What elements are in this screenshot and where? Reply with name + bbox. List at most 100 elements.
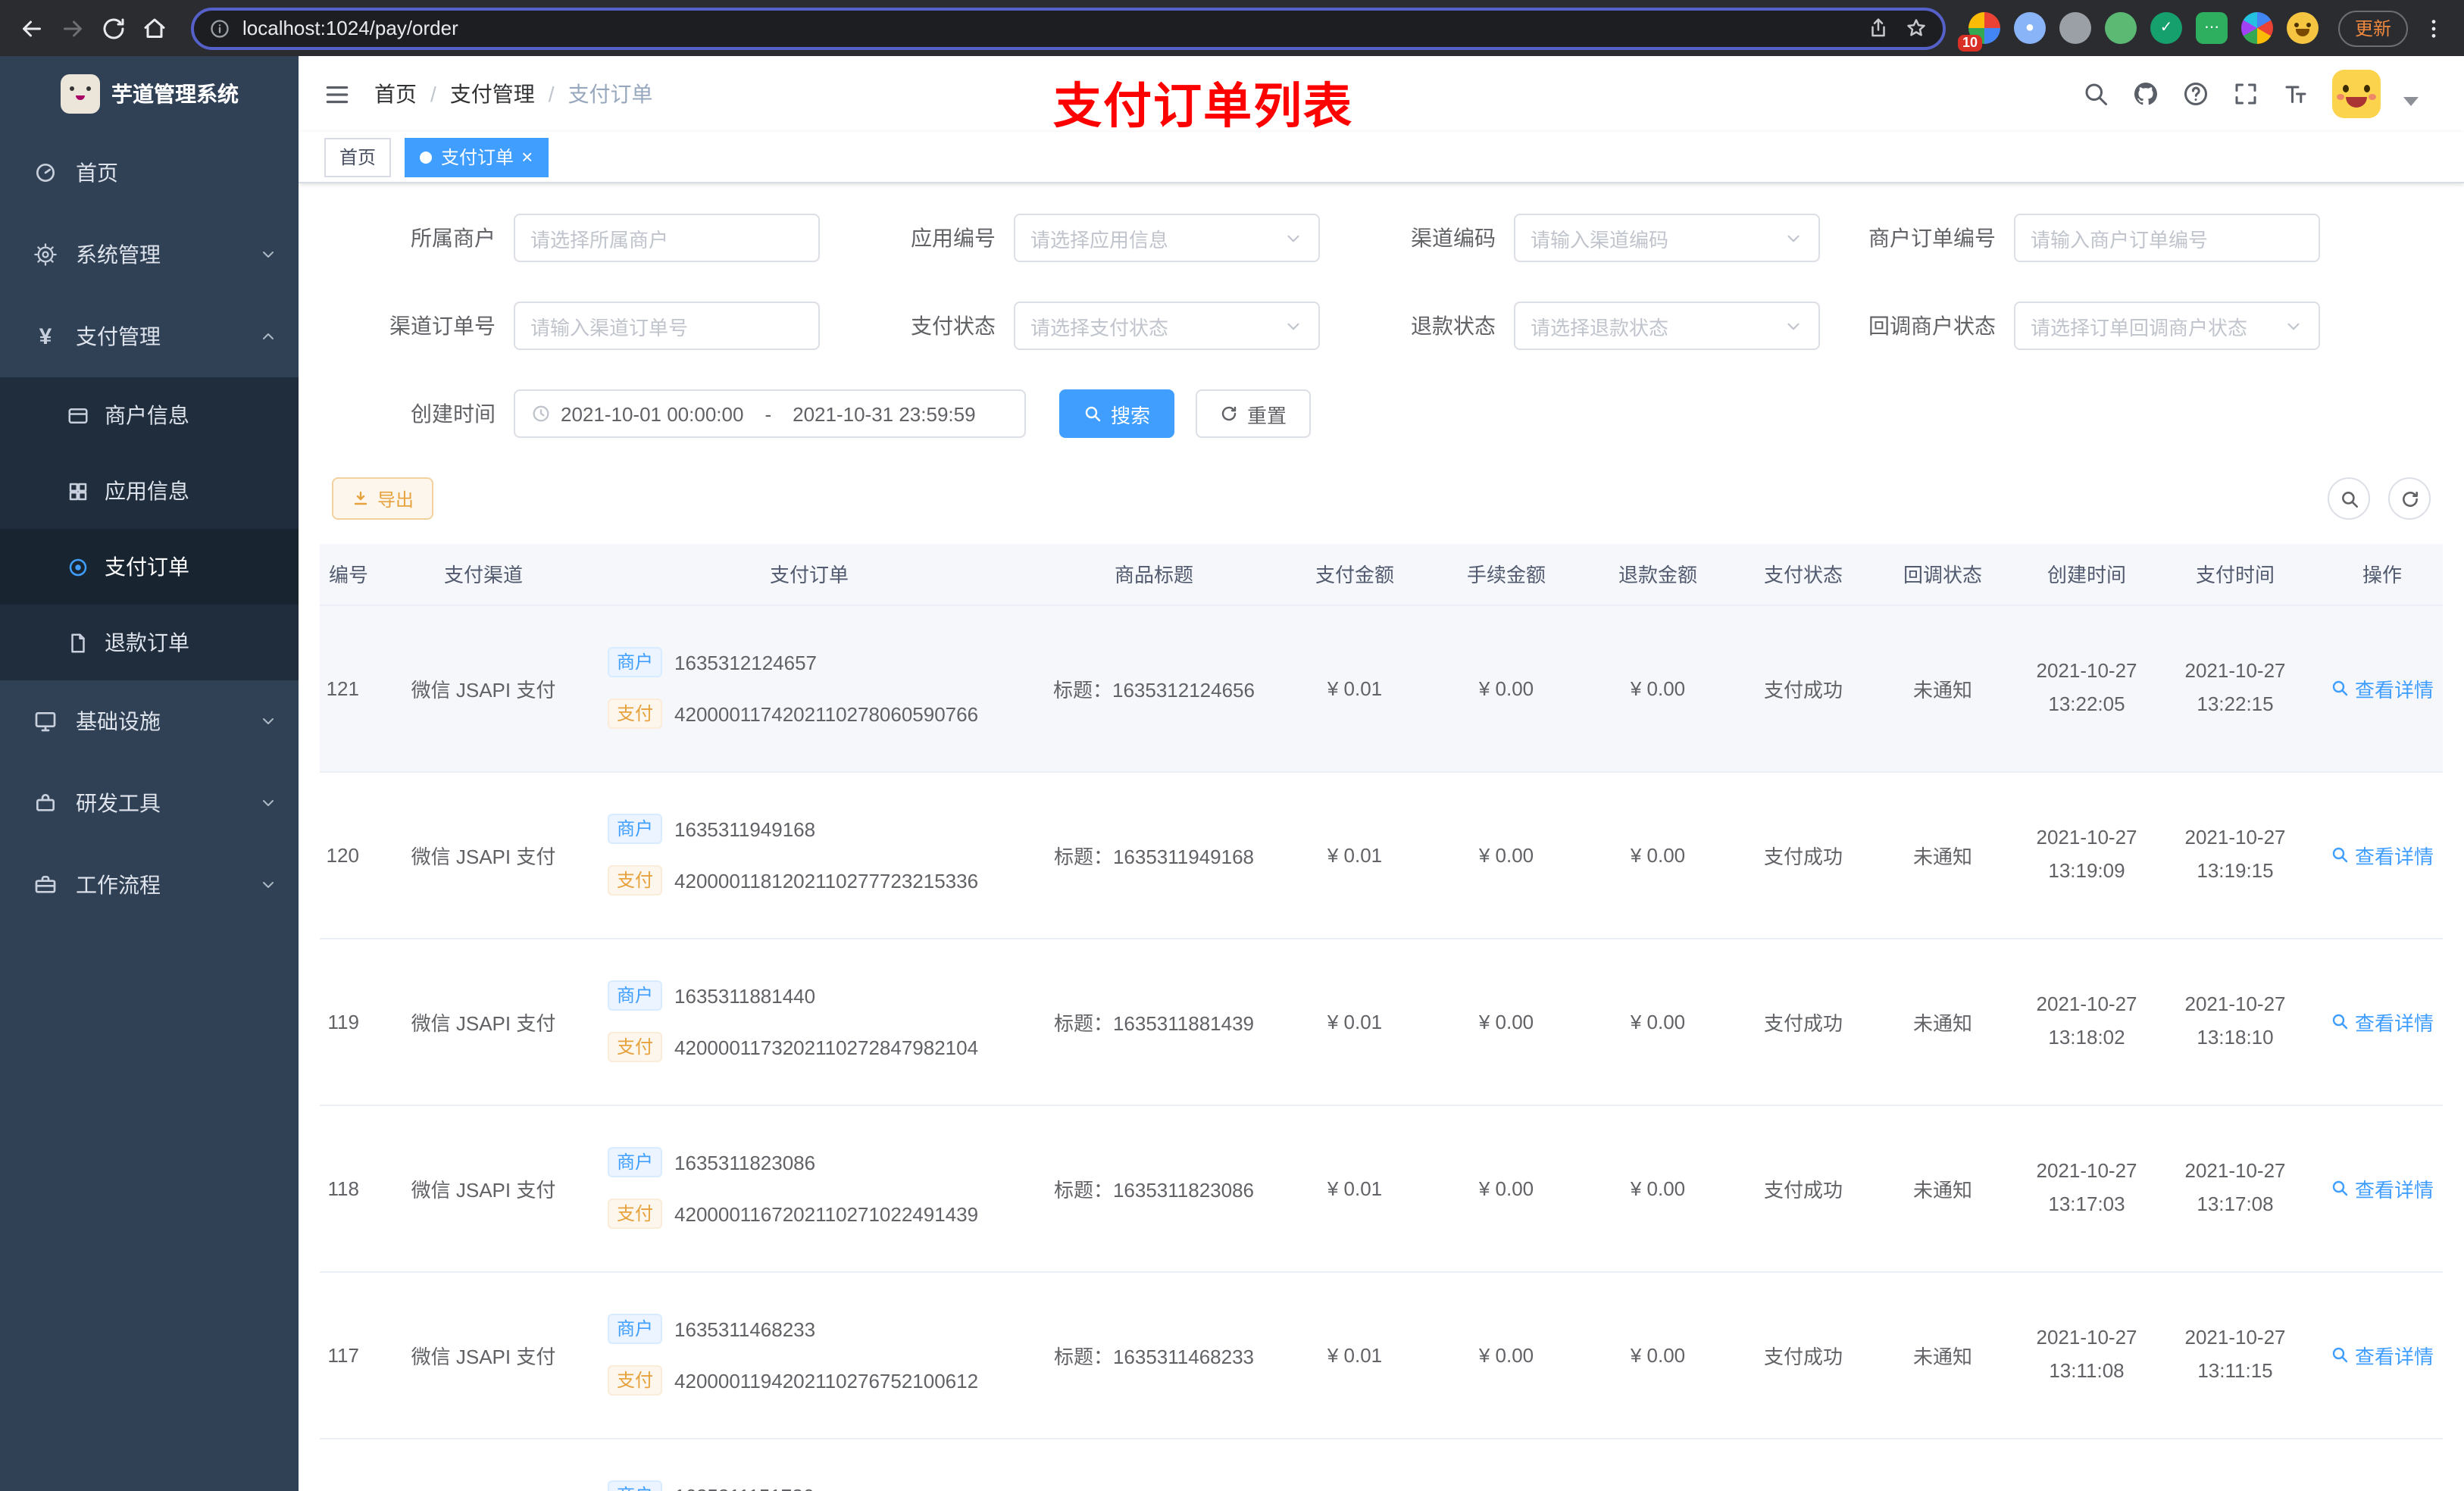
goods-title-cell: 标题：1635311949168 [1029, 771, 1279, 939]
view-detail-link[interactable]: 查看详情 [2331, 674, 2434, 702]
refund-amount-cell: ¥ 0.00 [1582, 605, 1734, 772]
chat-extension-icon[interactable]: ⋯ [2195, 12, 2228, 44]
pay-status-cell: 支付成功 [1734, 771, 1873, 939]
breadcrumb-home[interactable]: 首页 [374, 79, 417, 109]
breadcrumb-pay-manage[interactable]: 支付管理 [450, 79, 535, 109]
tags-view: 首页 支付订单 × [299, 132, 2464, 183]
placeholder-text: 请选择支付状态 [1030, 316, 1169, 339]
github-icon[interactable] [2132, 80, 2159, 108]
chevron-down-icon [1284, 228, 1303, 248]
column-header: 创建时间 [2012, 544, 2161, 605]
notify-status-cell: 未通知 [1873, 1271, 2012, 1439]
sidebar-item-system[interactable]: 系统管理 [0, 214, 299, 295]
help-icon[interactable] [2182, 80, 2209, 108]
pay-status-cell: 支付成功 [1734, 1105, 1873, 1272]
action-cell: 查看详情 [2309, 1438, 2443, 1491]
filter-label: 创建时间 [411, 402, 496, 426]
sidebar-item-infrastructure[interactable]: 基础设施 [0, 680, 299, 762]
back-icon[interactable] [18, 14, 45, 42]
close-icon[interactable]: × [521, 147, 533, 167]
sidebar-item-merchant-info[interactable]: 商户信息 [0, 377, 299, 453]
url-bar[interactable]: localhost:1024/pay/order [191, 7, 1946, 49]
sidebar-item-payment[interactable]: ¥ 支付管理 [0, 295, 299, 377]
url-text[interactable]: localhost:1024/pay/order [242, 17, 1855, 39]
tab-pay-order[interactable]: 支付订单 × [405, 137, 549, 177]
reload-icon[interactable] [100, 14, 127, 42]
view-detail-link[interactable]: 查看详情 [2331, 1007, 2434, 1036]
breadcrumb-separator: / [430, 82, 436, 106]
view-detail-link[interactable]: 查看详情 [2331, 840, 2434, 869]
notify-status-select[interactable]: 请选择订单回调商户状态 [2014, 302, 2320, 350]
orders-table: 编号 支付渠道 支付订单 商品标题 支付金额 手续金额 退款金额 支付状态 回调状态 创建时间 支付… [320, 544, 2443, 1491]
date-start[interactable]: 2021-10-01 00:00:00 [561, 402, 743, 425]
gray-extension-icon[interactable] [2059, 12, 2091, 44]
menu-dots-icon[interactable] [2422, 16, 2446, 40]
colorful-extension-icon[interactable]: 10 [1957, 12, 2000, 52]
goods-title-cell: 标题：1635311823086 [1029, 1105, 1279, 1272]
channel-order-no-input[interactable]: 请输入渠道订单号 [514, 302, 820, 350]
sidebar-item-pay-order[interactable]: 支付订单 [0, 529, 299, 605]
date-range-input[interactable]: 2021-10-01 00:00:00 - 2021-10-31 23:59:5… [514, 389, 1026, 438]
chevron-down-icon [259, 794, 277, 812]
refresh-button[interactable] [2388, 477, 2431, 520]
column-header: 回调状态 [1873, 544, 2012, 605]
blue-extension-icon[interactable]: ● [2013, 12, 2046, 44]
channel-code-select[interactable]: 请输入渠道编码 [1514, 214, 1820, 262]
pay-channel-cell: 微信 JSAPI 支付 [377, 1271, 589, 1439]
font-size-icon[interactable] [2282, 80, 2309, 108]
magnifier-icon [2331, 1012, 2349, 1030]
sidebar-item-app-info[interactable]: 应用信息 [0, 453, 299, 529]
search-icon[interactable] [2082, 80, 2109, 108]
merchant-input[interactable]: 请选择所属商户 [514, 214, 820, 262]
home-icon[interactable] [141, 14, 168, 42]
toggle-search-button[interactable] [2328, 477, 2370, 520]
app-logo[interactable]: 芋道管理系统 [0, 56, 299, 132]
export-button[interactable]: 导出 [332, 477, 434, 520]
green-extension-icon[interactable] [2104, 12, 2137, 44]
check-extension-icon[interactable]: ✓ [2150, 12, 2182, 44]
view-detail-link[interactable]: 查看详情 [2331, 1340, 2434, 1369]
caret-down-icon[interactable] [2403, 97, 2419, 106]
extension-badge: 10 [1957, 35, 1982, 52]
merchant-order-no-input[interactable]: 请输入商户订单编号 [2014, 214, 2320, 262]
refund-status-select[interactable]: 请选择退款状态 [1514, 302, 1820, 350]
sidebar-item-home[interactable]: 首页 [0, 132, 299, 214]
sidebar-item-workflow[interactable]: 工作流程 [0, 844, 299, 926]
pay-status-cell: 支付成功 [1734, 938, 1873, 1105]
pay-status-cell: 支付成功 [1734, 1271, 1873, 1439]
logo-avatar [60, 74, 99, 114]
update-button[interactable]: 更新 [2337, 10, 2408, 46]
sidebar-item-dev-tools[interactable]: 研发工具 [0, 762, 299, 844]
user-avatar[interactable] [2332, 70, 2381, 118]
goods-title-cell: 标题：1635312124656 [1029, 605, 1279, 772]
date-end[interactable]: 2021-10-31 23:59:59 [793, 402, 975, 425]
pay-order-cell: 商户 1635311949168 支付 42000011812021102777… [589, 771, 1029, 939]
pay-amount-cell [1279, 1438, 1431, 1491]
merchant-order-no: 1635312124657 [674, 651, 818, 674]
view-detail-link[interactable]: 查看详情 [2331, 1174, 2434, 1202]
reset-button[interactable]: 重置 [1196, 389, 1312, 438]
create-time-cell [2012, 1438, 2161, 1491]
channel-pay-no: 4200001173202110272847982104 [674, 1036, 979, 1058]
target-icon [67, 555, 89, 578]
sidebar-item-refund-order[interactable]: 退款订单 [0, 605, 299, 680]
search-button[interactable]: 搜索 [1059, 389, 1175, 438]
fee-amount-cell: ¥ 0.00 [1431, 1105, 1582, 1272]
hamburger-icon[interactable] [323, 80, 352, 108]
filter-refund-status: 退款状态 请选择退款状态 [1320, 302, 1820, 350]
navbar: 首页 / 支付管理 / 支付订单 支付订单列表 [299, 56, 2464, 133]
emoji-extension-icon[interactable] [2286, 12, 2319, 44]
info-icon[interactable] [209, 17, 230, 39]
filter-channel-code: 渠道编码 请输入渠道编码 [1320, 214, 1820, 262]
app-no-select[interactable]: 请选择应用信息 [1014, 214, 1320, 262]
pay-status-select[interactable]: 请选择支付状态 [1014, 302, 1320, 350]
refund-amount-cell [1582, 1438, 1734, 1491]
fullscreen-icon[interactable] [2232, 80, 2259, 108]
forward-icon[interactable] [59, 14, 86, 42]
pinwheel-extension-icon[interactable] [2240, 12, 2273, 44]
tab-home[interactable]: 首页 [324, 137, 392, 177]
pay-amount-cell: ¥ 0.01 [1279, 1271, 1431, 1439]
bookmark-star-icon[interactable] [1905, 17, 1928, 39]
chevron-down-icon [259, 876, 277, 894]
share-icon[interactable] [1867, 17, 1890, 39]
